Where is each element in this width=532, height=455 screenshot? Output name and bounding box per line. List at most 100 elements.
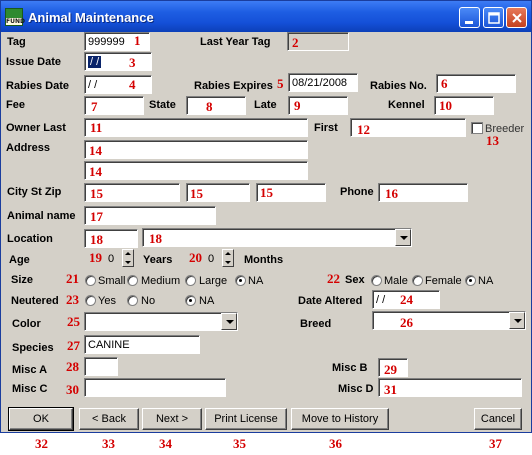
marker-3: 3 [129, 55, 136, 70]
sex-female-radio[interactable] [412, 275, 423, 286]
marker-34: 34 [159, 436, 172, 451]
misc-d-field[interactable] [378, 378, 522, 397]
back-button[interactable]: < Back [79, 408, 139, 430]
marker-27: 27 [67, 338, 80, 353]
size-large-radio[interactable] [185, 275, 196, 286]
marker-23: 23 [66, 292, 79, 307]
breed-dropdown-arrow-icon[interactable] [509, 312, 525, 329]
issue-date-value: / / [88, 56, 102, 68]
marker-7: 7 [91, 99, 98, 114]
breeder-checkbox[interactable] [471, 122, 483, 134]
neutered-na-label: NA [199, 295, 215, 307]
rabies-no-field[interactable] [436, 74, 516, 93]
marker-1: 1 [134, 33, 141, 48]
fund-logo-icon: FUND [5, 8, 25, 26]
rabies-expires-label: Rabies Expires [194, 80, 273, 92]
species-value: CANINE [88, 339, 130, 351]
fee-label: Fee [6, 99, 25, 111]
location-dropdown-arrow-icon[interactable] [395, 229, 411, 246]
minimize-icon [465, 21, 473, 24]
sex-male-radio[interactable] [371, 275, 382, 286]
marker-17: 17 [90, 209, 103, 224]
neutered-yes-radio[interactable] [85, 295, 96, 306]
state-field[interactable] [186, 96, 246, 115]
size-large-label: Large [199, 275, 228, 287]
age-months-value[interactable]: 0 [208, 253, 214, 265]
marker-20: 20 [189, 250, 202, 265]
sex-female-label: Female [425, 275, 462, 287]
marker-26: 26 [400, 315, 413, 330]
neutered-label: Neutered [11, 295, 59, 307]
size-na-label: NA [248, 275, 264, 287]
misc-c-label: Misc C [12, 383, 48, 395]
marker-6: 6 [441, 76, 448, 91]
maximize-button[interactable] [483, 7, 504, 28]
address-line-2-field[interactable] [84, 161, 308, 180]
rabies-date-label: Rabies Date [6, 80, 69, 92]
animal-name-field[interactable] [84, 206, 216, 225]
location-dropdown[interactable] [142, 228, 412, 247]
marker-15c: 15 [260, 185, 273, 200]
misc-d-label: Misc D [338, 383, 374, 395]
misc-b-label: Misc B [332, 362, 368, 374]
owner-last-field[interactable] [84, 118, 308, 137]
color-dropdown[interactable] [84, 312, 238, 331]
species-field[interactable]: CANINE [84, 335, 200, 354]
size-medium-label: Medium [141, 275, 181, 287]
animal-name-label: Animal name [7, 210, 76, 222]
color-label: Color [12, 318, 41, 330]
address-line-1-field[interactable] [84, 140, 308, 159]
marker-35: 35 [233, 436, 246, 451]
age-years-spinner[interactable] [122, 249, 134, 267]
size-small-radio[interactable] [85, 275, 96, 286]
neutered-no-label: No [141, 295, 156, 307]
rabies-date-value: / / [88, 79, 98, 91]
marker-10: 10 [439, 98, 452, 113]
tag-value: 999999 [88, 36, 125, 48]
age-years-value[interactable]: 0 [108, 253, 114, 265]
months-label: Months [244, 254, 284, 266]
close-icon [512, 13, 522, 23]
last-year-tag-label: Last Year Tag [200, 36, 271, 48]
minimize-button[interactable] [459, 7, 480, 28]
marker-30: 30 [66, 382, 79, 397]
marker-31: 31 [384, 382, 397, 397]
marker-15a: 15 [90, 186, 103, 201]
age-months-spinner[interactable] [222, 249, 234, 267]
color-dropdown-arrow-icon[interactable] [221, 313, 237, 330]
cancel-button[interactable]: Cancel [474, 408, 522, 430]
species-label: Species [12, 342, 54, 354]
close-button[interactable] [506, 7, 527, 28]
marker-14a: 14 [89, 143, 102, 158]
rabies-expires-field[interactable]: 08/21/2008 [288, 73, 358, 92]
marker-28: 28 [66, 359, 79, 374]
rabies-date-field[interactable]: / / [84, 75, 152, 94]
marker-29: 29 [384, 362, 397, 377]
date-altered-label: Date Altered [298, 295, 363, 307]
move-to-history-button[interactable]: Move to History [291, 408, 389, 430]
marker-12: 12 [357, 122, 370, 137]
ok-button[interactable]: OK [8, 407, 74, 431]
marker-36: 36 [329, 436, 342, 451]
tag-label: Tag [7, 36, 26, 48]
kennel-label: Kennel [388, 99, 425, 111]
size-label: Size [11, 274, 34, 286]
size-na-radio[interactable] [235, 275, 246, 286]
issue-date-label: Issue Date [6, 56, 62, 68]
size-medium-radio[interactable] [127, 275, 138, 286]
sex-na-radio[interactable] [465, 275, 476, 286]
breed-dropdown[interactable] [372, 311, 526, 330]
neutered-yes-label: Yes [98, 295, 116, 307]
issue-date-field[interactable]: / / [84, 52, 152, 71]
neutered-na-radio[interactable] [185, 295, 196, 306]
animal-maintenance-window: FUND Animal Maintenance [0, 0, 532, 433]
print-license-button[interactable]: Print License [205, 408, 287, 430]
location-label: Location [7, 233, 53, 245]
next-button[interactable]: Next > [142, 408, 202, 430]
title-bar[interactable]: FUND Animal Maintenance [1, 1, 531, 32]
neutered-no-radio[interactable] [127, 295, 138, 306]
marker-21: 21 [66, 271, 79, 286]
breed-label: Breed [300, 318, 332, 330]
misc-a-field[interactable] [84, 357, 118, 376]
misc-c-field[interactable] [84, 378, 226, 397]
